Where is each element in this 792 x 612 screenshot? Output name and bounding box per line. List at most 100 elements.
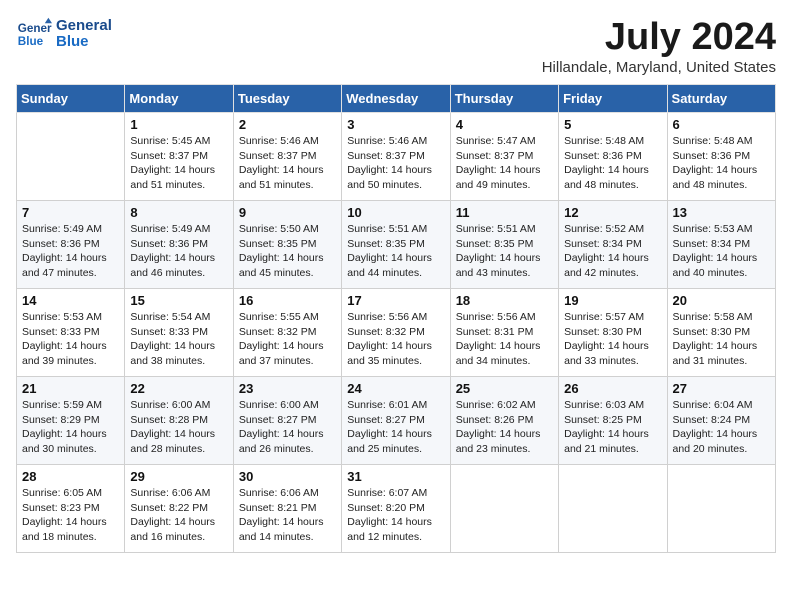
day-number: 21: [22, 381, 119, 396]
day-number: 2: [239, 117, 336, 132]
day-info: Sunrise: 5:53 AM Sunset: 8:33 PM Dayligh…: [22, 310, 119, 369]
logo: General Blue General Blue: [16, 16, 112, 52]
day-info: Sunrise: 6:03 AM Sunset: 8:25 PM Dayligh…: [564, 398, 661, 457]
calendar-cell: 20 Sunrise: 5:58 AM Sunset: 8:30 PM Dayli…: [667, 289, 775, 377]
weekday-header-tuesday: Tuesday: [233, 85, 341, 113]
day-info: Sunrise: 5:46 AM Sunset: 8:37 PM Dayligh…: [239, 134, 336, 193]
calendar-week-row: 1 Sunrise: 5:45 AM Sunset: 8:37 PM Daylig…: [17, 113, 776, 201]
calendar-cell: 24 Sunrise: 6:01 AM Sunset: 8:27 PM Dayli…: [342, 377, 450, 465]
day-info: Sunrise: 5:54 AM Sunset: 8:33 PM Dayligh…: [130, 310, 227, 369]
calendar-cell: [559, 465, 667, 553]
day-info: Sunrise: 5:51 AM Sunset: 8:35 PM Dayligh…: [456, 222, 553, 281]
calendar-cell: 30 Sunrise: 6:06 AM Sunset: 8:21 PM Dayli…: [233, 465, 341, 553]
day-number: 24: [347, 381, 444, 396]
day-number: 23: [239, 381, 336, 396]
day-number: 20: [673, 293, 770, 308]
calendar-cell: 11 Sunrise: 5:51 AM Sunset: 8:35 PM Dayli…: [450, 201, 558, 289]
calendar-cell: 19Sunrise: 5:57 AM Sunset: 8:30 PM Dayli…: [559, 289, 667, 377]
day-info: Sunrise: 6:06 AM Sunset: 8:22 PM Dayligh…: [130, 486, 227, 545]
day-info: Sunrise: 5:55 AM Sunset: 8:32 PM Dayligh…: [239, 310, 336, 369]
calendar-cell: 16 Sunrise: 5:55 AM Sunset: 8:32 PM Dayli…: [233, 289, 341, 377]
day-number: 11: [456, 205, 553, 220]
calendar-cell: 27 Sunrise: 6:04 AM Sunset: 8:24 PM Dayli…: [667, 377, 775, 465]
weekday-header-sunday: Sunday: [17, 85, 125, 113]
calendar-cell: 14 Sunrise: 5:53 AM Sunset: 8:33 PM Dayli…: [17, 289, 125, 377]
title-section: July 2024 Hillandale, Maryland, United S…: [542, 16, 776, 76]
day-info: Sunrise: 5:59 AM Sunset: 8:29 PM Dayligh…: [22, 398, 119, 457]
day-info: Sunrise: 6:00 AM Sunset: 8:28 PM Dayligh…: [130, 398, 227, 457]
calendar-cell: 25Sunrise: 6:02 AM Sunset: 8:26 PM Dayli…: [450, 377, 558, 465]
day-number: 14: [22, 293, 119, 308]
calendar-cell: 18 Sunrise: 5:56 AM Sunset: 8:31 PM Dayli…: [450, 289, 558, 377]
svg-text:General: General: [18, 22, 52, 35]
day-number: 31: [347, 469, 444, 484]
calendar-cell: 22Sunrise: 6:00 AM Sunset: 8:28 PM Dayli…: [125, 377, 233, 465]
calendar-cell: [450, 465, 558, 553]
day-info: Sunrise: 5:51 AM Sunset: 8:35 PM Dayligh…: [347, 222, 444, 281]
day-number: 29: [130, 469, 227, 484]
calendar-cell: 3 Sunrise: 5:46 AM Sunset: 8:37 PM Daylig…: [342, 113, 450, 201]
calendar-cell: 1 Sunrise: 5:45 AM Sunset: 8:37 PM Daylig…: [125, 113, 233, 201]
day-info: Sunrise: 5:45 AM Sunset: 8:37 PM Dayligh…: [130, 134, 227, 193]
day-number: 4: [456, 117, 553, 132]
weekday-header-wednesday: Wednesday: [342, 85, 450, 113]
calendar-week-row: 28 Sunrise: 6:05 AM Sunset: 8:23 PM Dayli…: [17, 465, 776, 553]
day-info: Sunrise: 5:52 AM Sunset: 8:34 PM Dayligh…: [564, 222, 661, 281]
day-info: Sunrise: 5:53 AM Sunset: 8:34 PM Dayligh…: [673, 222, 770, 281]
day-number: 15: [130, 293, 227, 308]
day-info: Sunrise: 6:06 AM Sunset: 8:21 PM Dayligh…: [239, 486, 336, 545]
day-number: 28: [22, 469, 119, 484]
weekday-header-monday: Monday: [125, 85, 233, 113]
calendar-cell: [17, 113, 125, 201]
day-number: 26: [564, 381, 661, 396]
day-number: 25: [456, 381, 553, 396]
calendar-cell: 9Sunrise: 5:50 AM Sunset: 8:35 PM Daylig…: [233, 201, 341, 289]
day-info: Sunrise: 5:50 AM Sunset: 8:35 PM Dayligh…: [239, 222, 336, 281]
day-info: Sunrise: 5:46 AM Sunset: 8:37 PM Dayligh…: [347, 134, 444, 193]
calendar-cell: 5 Sunrise: 5:48 AM Sunset: 8:36 PM Daylig…: [559, 113, 667, 201]
day-number: 16: [239, 293, 336, 308]
day-number: 8: [130, 205, 227, 220]
calendar-week-row: 14 Sunrise: 5:53 AM Sunset: 8:33 PM Dayli…: [17, 289, 776, 377]
month-year: July 2024: [542, 16, 776, 59]
calendar-week-row: 21 Sunrise: 5:59 AM Sunset: 8:29 PM Dayli…: [17, 377, 776, 465]
day-info: Sunrise: 6:00 AM Sunset: 8:27 PM Dayligh…: [239, 398, 336, 457]
day-info: Sunrise: 5:56 AM Sunset: 8:31 PM Dayligh…: [456, 310, 553, 369]
day-info: Sunrise: 6:05 AM Sunset: 8:23 PM Dayligh…: [22, 486, 119, 545]
day-info: Sunrise: 5:57 AM Sunset: 8:30 PM Dayligh…: [564, 310, 661, 369]
day-number: 13: [673, 205, 770, 220]
calendar-week-row: 7Sunrise: 5:49 AM Sunset: 8:36 PM Daylig…: [17, 201, 776, 289]
location: Hillandale, Maryland, United States: [542, 59, 776, 76]
calendar-cell: 10Sunrise: 5:51 AM Sunset: 8:35 PM Dayli…: [342, 201, 450, 289]
calendar-cell: 31Sunrise: 6:07 AM Sunset: 8:20 PM Dayli…: [342, 465, 450, 553]
calendar-cell: [667, 465, 775, 553]
day-info: Sunrise: 5:58 AM Sunset: 8:30 PM Dayligh…: [673, 310, 770, 369]
day-info: Sunrise: 5:49 AM Sunset: 8:36 PM Dayligh…: [130, 222, 227, 281]
calendar-cell: 12Sunrise: 5:52 AM Sunset: 8:34 PM Dayli…: [559, 201, 667, 289]
calendar-cell: 15 Sunrise: 5:54 AM Sunset: 8:33 PM Dayli…: [125, 289, 233, 377]
day-number: 30: [239, 469, 336, 484]
svg-text:Blue: Blue: [18, 35, 44, 48]
logo-blue: Blue: [56, 34, 112, 51]
day-info: Sunrise: 6:04 AM Sunset: 8:24 PM Dayligh…: [673, 398, 770, 457]
weekday-header-saturday: Saturday: [667, 85, 775, 113]
day-number: 27: [673, 381, 770, 396]
day-number: 1: [130, 117, 227, 132]
logo-icon: General Blue: [16, 16, 52, 52]
day-number: 6: [673, 117, 770, 132]
day-number: 18: [456, 293, 553, 308]
calendar-cell: 8 Sunrise: 5:49 AM Sunset: 8:36 PM Daylig…: [125, 201, 233, 289]
day-number: 5: [564, 117, 661, 132]
weekday-header-thursday: Thursday: [450, 85, 558, 113]
day-number: 3: [347, 117, 444, 132]
day-info: Sunrise: 5:48 AM Sunset: 8:36 PM Dayligh…: [673, 134, 770, 193]
day-info: Sunrise: 5:48 AM Sunset: 8:36 PM Dayligh…: [564, 134, 661, 193]
calendar-cell: 21 Sunrise: 5:59 AM Sunset: 8:29 PM Dayli…: [17, 377, 125, 465]
logo-general: General: [56, 18, 112, 35]
calendar-cell: 23 Sunrise: 6:00 AM Sunset: 8:27 PM Dayli…: [233, 377, 341, 465]
day-info: Sunrise: 5:49 AM Sunset: 8:36 PM Dayligh…: [22, 222, 119, 281]
day-info: Sunrise: 5:47 AM Sunset: 8:37 PM Dayligh…: [456, 134, 553, 193]
calendar-cell: 13 Sunrise: 5:53 AM Sunset: 8:34 PM Dayli…: [667, 201, 775, 289]
day-info: Sunrise: 6:01 AM Sunset: 8:27 PM Dayligh…: [347, 398, 444, 457]
weekday-header-friday: Friday: [559, 85, 667, 113]
